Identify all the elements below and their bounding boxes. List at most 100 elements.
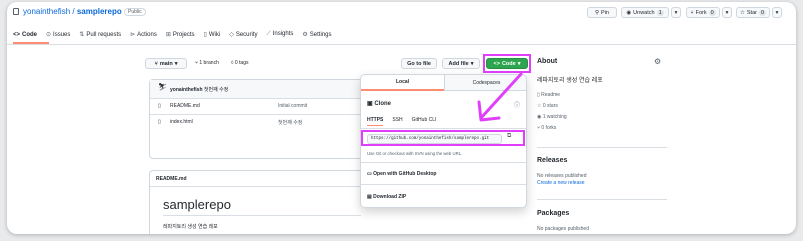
tab-security[interactable]: ◇ Security (229, 31, 257, 38)
file-commit-message[interactable]: Initial commit (278, 103, 307, 109)
tab-settings[interactable]: ⚙ Settings (302, 31, 331, 38)
commit-author[interactable]: yonainthefish (170, 87, 203, 93)
go-to-file-button[interactable]: Go to file (401, 58, 437, 69)
file-name[interactable]: index.html (170, 119, 193, 125)
tab-actions[interactable]: ⊳ Actions (130, 31, 157, 38)
latest-commit: yonainthefish 첫번째 수정 (170, 86, 228, 93)
menu-divider (361, 184, 526, 185)
releases-heading[interactable]: Releases (537, 157, 567, 164)
protocol-cli[interactable]: GitHub CLI (412, 117, 437, 126)
readme-body: 레파지토리 생성 연습 레포 (163, 224, 218, 230)
chevron-down-icon: ▾ (725, 9, 729, 16)
open-desktop-label: Open with GitHub Desktop (373, 171, 437, 177)
unwatch-label: Unwatch (633, 9, 655, 16)
code-icon: <> (13, 31, 21, 38)
about-readme[interactable]: ▯ Readme (537, 92, 560, 98)
tab-security-label: Security (235, 32, 258, 38)
tab-wiki[interactable]: ▯ Wiki (204, 31, 221, 38)
tab-projects[interactable]: ⊞ Projects (166, 31, 195, 38)
commit-message[interactable]: 첫번째 수정 (204, 87, 228, 93)
tabs-divider (7, 44, 796, 45)
unwatch-dropdown-button[interactable]: ▾ (671, 7, 681, 18)
watching-label: 1 watching (542, 114, 567, 120)
table-icon: ⊞ (165, 32, 171, 38)
repo-separator: / (72, 7, 75, 16)
tab-code[interactable]: <> Code (13, 32, 37, 38)
protocol-https[interactable]: HTTPS (367, 117, 384, 126)
add-file-label: Add file (448, 60, 469, 67)
issue-icon: ⊙ (46, 32, 52, 38)
tags-link[interactable]: ◊ 0 tags (231, 60, 249, 66)
about-heading: About (537, 58, 558, 65)
tab-insights[interactable]: ⟋ Insights (267, 31, 294, 38)
file-commit-message[interactable]: 첫번째 수정 (278, 119, 302, 126)
branch-label: main (159, 60, 173, 67)
gear-icon: ⚙ (302, 32, 308, 38)
eye-icon: ◉ (626, 9, 632, 16)
tab-issues[interactable]: ⊙ Issues (46, 31, 70, 38)
avatar: ⛷ (158, 84, 167, 91)
unwatch-button[interactable]: ◉ Unwatch 1 (621, 7, 669, 18)
about-stars[interactable]: ☆ 0 stars (537, 103, 558, 109)
unwatch-count: 1 (656, 9, 664, 16)
gear-icon[interactable]: ⚙ (654, 57, 661, 66)
readme-label: README.md (156, 176, 187, 182)
menu-divider (361, 162, 526, 163)
repo-tabs: <> Code ⊙ Issues ⇅ Pull requests ⊳ Actions ⊞… (13, 31, 331, 38)
tab-insights-label: Insights (272, 31, 294, 37)
book-icon: ▯ (203, 32, 207, 38)
pull-request-icon: ⇅ (79, 32, 85, 38)
download-zip-item[interactable]: ▤ Download ZIP (367, 194, 406, 200)
fork-icon: ⑂ (690, 9, 694, 16)
tags-label: 0 tags (234, 60, 249, 66)
branch-select[interactable]: ⑂ main ▾ (145, 58, 187, 69)
clone-hint: Use Git or checkout with SVN using the w… (367, 151, 463, 156)
star-button[interactable]: ☆ Star 0 (736, 7, 770, 18)
tab-local[interactable]: Local (361, 75, 444, 91)
repo-name-link[interactable]: samplerepo (77, 7, 122, 16)
stars-label: 0 stars (542, 103, 558, 109)
browser-frame: yonainthefish / samplerepo Public ⚲ Pin ◉… (7, 2, 796, 234)
chevron-down-icon: ▾ (174, 60, 178, 67)
file-icon: ▯ (158, 103, 161, 109)
about-watching[interactable]: ◉ 1 watching (537, 114, 567, 120)
tab-pull-requests-label: Pull requests (86, 32, 122, 38)
packages-heading[interactable]: Packages (537, 210, 569, 217)
annotation-arrow (477, 72, 523, 122)
open-desktop-item[interactable]: ▭ Open with GitHub Desktop (367, 171, 436, 177)
tab-pull-requests[interactable]: ⇅ Pull requests (79, 31, 121, 38)
protocol-ssh[interactable]: SSH (392, 117, 402, 126)
readme-title-divider (163, 215, 361, 216)
star-dropdown-button[interactable]: ▾ (772, 7, 782, 18)
tab-wiki-label: Wiki (208, 32, 221, 38)
fork-dropdown-button[interactable]: ▾ (722, 7, 732, 18)
tab-local-label: Local (395, 79, 410, 85)
star-count: 0 (758, 9, 767, 16)
sidebar-divider (537, 199, 667, 200)
repo-owner-link[interactable]: yonainthefish (23, 7, 70, 16)
shield-icon: ◇ (229, 32, 234, 38)
pin-label: Pin (601, 9, 609, 16)
branches-link[interactable]: ⑂ 1 branch (195, 60, 219, 66)
pin-icon: ⚲ (595, 9, 600, 16)
tab-actions-label: Actions (137, 32, 157, 38)
clone-label: Clone (374, 101, 392, 107)
tab-issues-label: Issues (53, 32, 71, 38)
create-release-link[interactable]: Create a new release (537, 180, 585, 186)
file-icon: ▯ (158, 119, 161, 125)
file-name[interactable]: README.md (170, 103, 200, 109)
fork-count: 0 (708, 9, 716, 16)
about-forks[interactable]: ⑂ 0 forks (537, 125, 556, 131)
row-divider (150, 98, 364, 99)
sidebar-divider (537, 147, 667, 148)
branches-label: 1 branch (199, 60, 219, 66)
fork-button[interactable]: ⑂ Fork 0 (686, 7, 720, 18)
chevron-down-icon: ▾ (674, 9, 678, 16)
tab-projects-label: Projects (172, 32, 195, 38)
star-label: Star (746, 9, 757, 16)
visibility-badge: Public (124, 8, 146, 16)
pin-button[interactable]: ⚲ Pin (587, 7, 617, 18)
graph-icon: ⟋ (266, 31, 271, 37)
go-to-file-label: Go to file (407, 60, 431, 67)
readme-link-label: Readme (541, 92, 561, 98)
